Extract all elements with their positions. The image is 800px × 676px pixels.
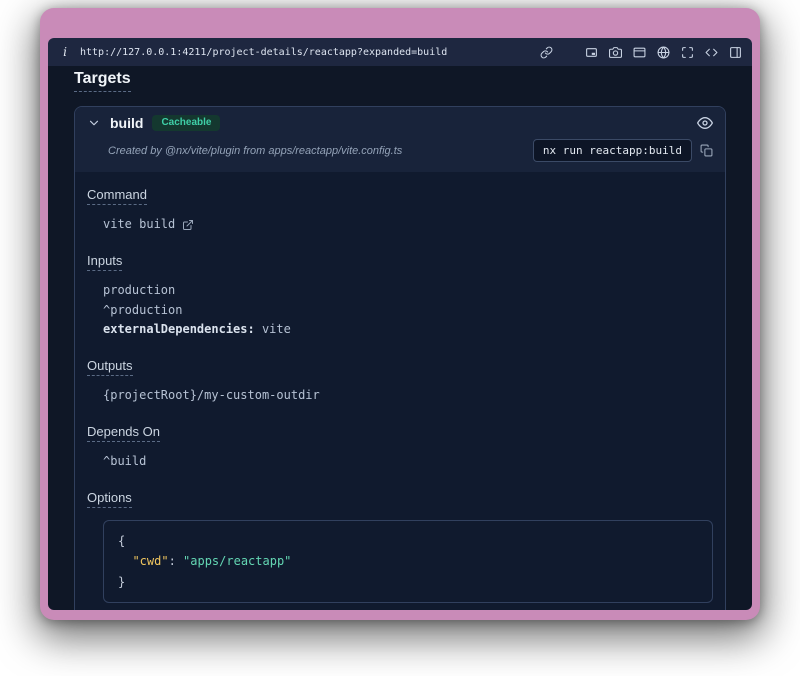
fullscreen-icon[interactable] — [681, 46, 694, 59]
command-label: Command — [87, 187, 147, 205]
window-icon[interactable] — [633, 46, 646, 59]
address-url: http://127.0.0.1:4211/project-details/re… — [80, 47, 532, 58]
outputs-label: Outputs — [87, 358, 133, 376]
target-details: Command vite build Inputs production — [75, 172, 725, 610]
camera-icon[interactable] — [609, 46, 622, 59]
cacheable-badge: Cacheable — [152, 115, 220, 131]
json-string-value: "apps/reactapp" — [183, 554, 291, 568]
eye-icon[interactable] — [697, 115, 713, 131]
target-card-build: build Cacheable Created by @nx/vite/plug… — [74, 106, 726, 610]
project-details-page: Targets build Cacheable Created by @nx/v… — [48, 66, 752, 610]
output-item: {projectRoot}/my-custom-outdir — [103, 386, 713, 406]
code-icon[interactable] — [705, 46, 718, 59]
target-name: build — [110, 115, 143, 131]
options-label: Options — [87, 490, 132, 508]
globe-icon[interactable] — [657, 46, 670, 59]
copy-icon[interactable] — [700, 144, 713, 157]
input-item: ^production — [103, 301, 713, 321]
section-options: Options { "cwd": "apps/reactapp" } — [87, 489, 713, 603]
command-value: vite build — [103, 215, 175, 235]
browser-toolbar: i http://127.0.0.1:4211/project-details/… — [48, 38, 752, 66]
created-by-text: Created by @nx/vite/plugin from apps/rea… — [108, 145, 525, 157]
sidebar-icon[interactable] — [729, 46, 742, 59]
json-key: "cwd" — [132, 554, 168, 568]
page-title: Targets — [74, 70, 131, 92]
chevron-down-icon[interactable] — [87, 116, 101, 130]
section-depends-on: Depends On ^build — [87, 423, 713, 472]
info-icon: i — [58, 45, 72, 59]
depends-on-item: ^build — [103, 452, 713, 472]
section-outputs: Outputs {projectRoot}/my-custom-outdir — [87, 357, 713, 406]
target-meta-row: Created by @nx/vite/plugin from apps/rea… — [75, 133, 725, 172]
section-command: Command vite build — [87, 186, 713, 235]
browser-window-frame: i http://127.0.0.1:4211/project-details/… — [40, 8, 760, 620]
link-icon[interactable] — [540, 46, 553, 59]
input-item: production — [103, 281, 713, 301]
inputs-label: Inputs — [87, 253, 122, 271]
pip-icon[interactable] — [585, 46, 598, 59]
toolbar-actions — [540, 46, 742, 59]
input-item-external-deps: externalDependencies: vite — [103, 320, 713, 340]
external-link-icon[interactable] — [182, 219, 194, 231]
target-header-build[interactable]: build Cacheable — [75, 107, 725, 133]
depends-on-label: Depends On — [87, 424, 160, 442]
options-json-block: { "cwd": "apps/reactapp" } — [103, 520, 713, 603]
section-inputs: Inputs production ^production externalDe… — [87, 252, 713, 340]
run-command-chip[interactable]: nx run reactapp:build — [533, 139, 692, 162]
